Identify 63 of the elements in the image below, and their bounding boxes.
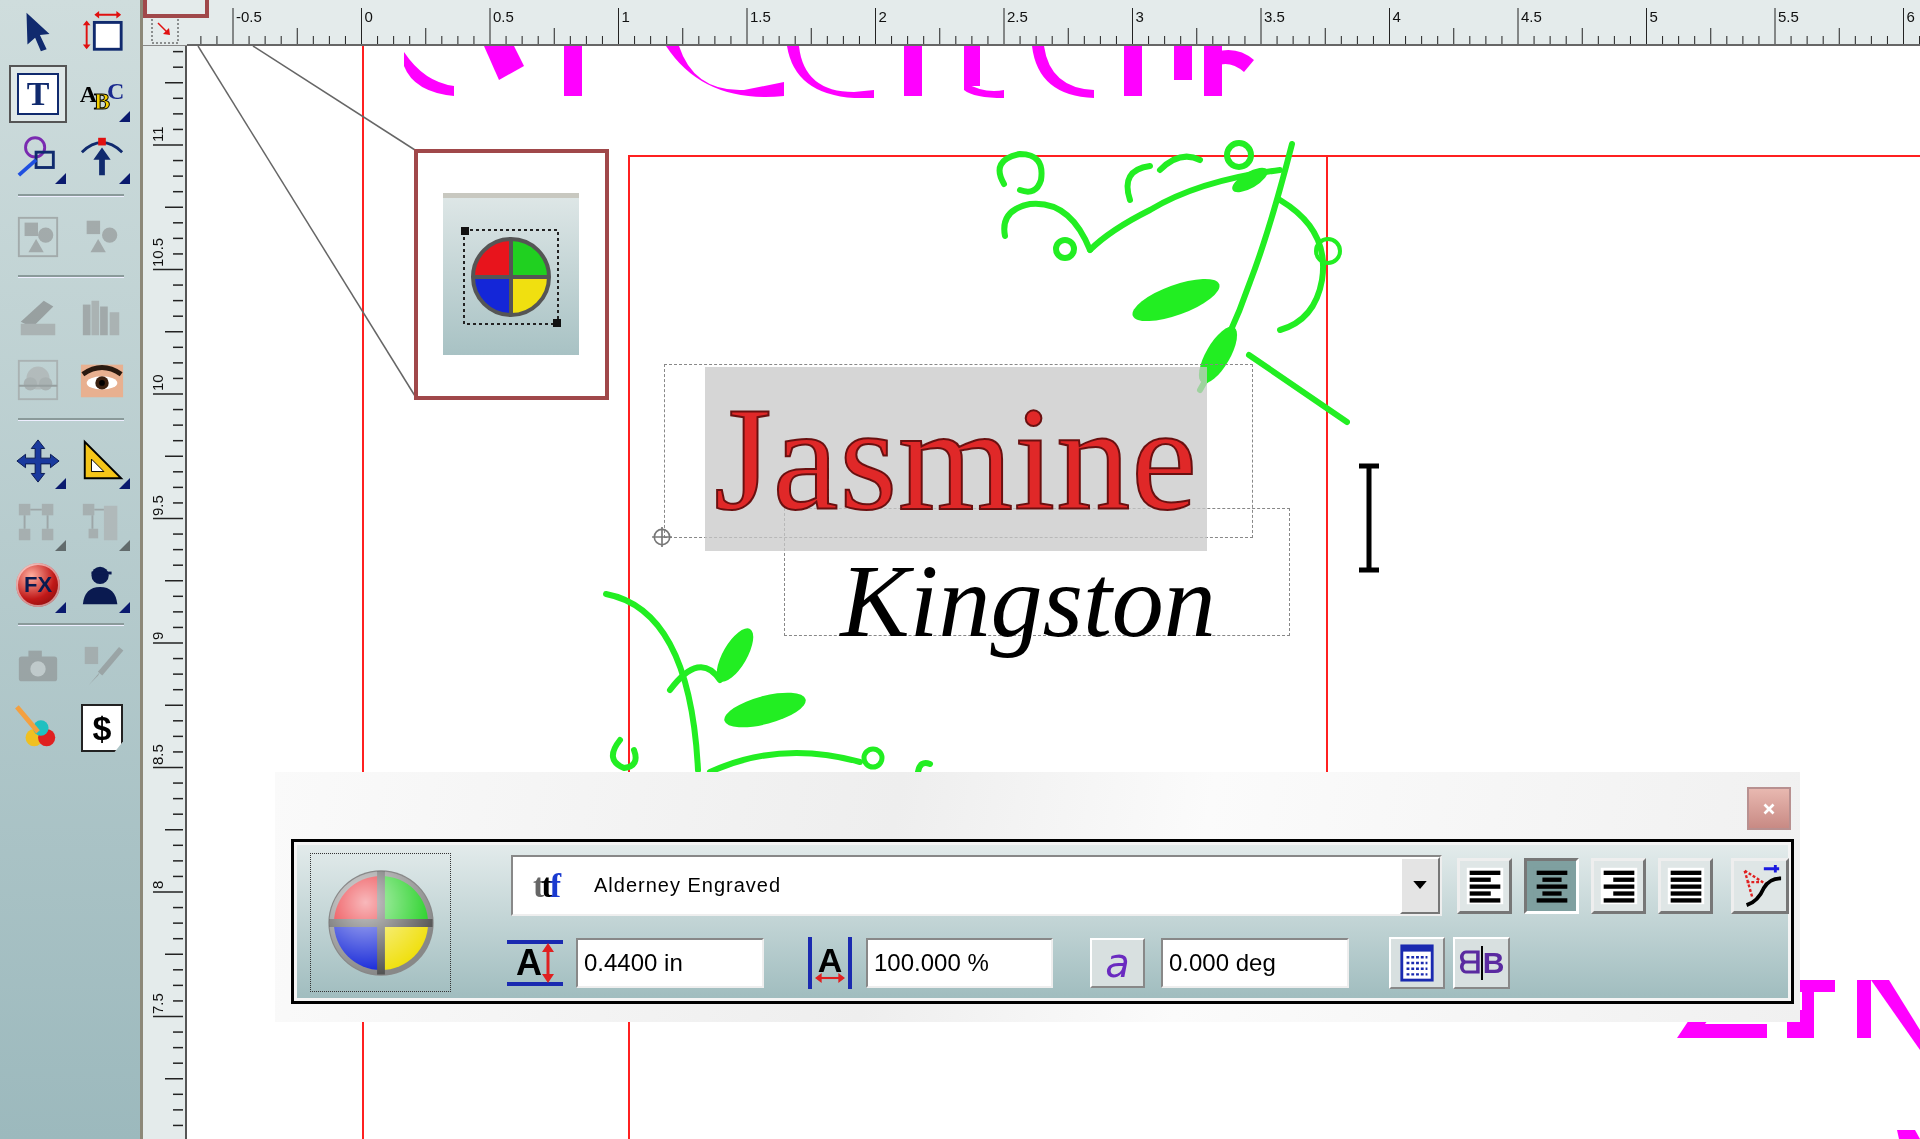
ruler-label: 4 [1392,9,1401,24]
dropdown-button[interactable] [1400,857,1440,914]
ruler-label: 3.5 [1264,9,1285,24]
ruler-label: 11 [149,126,167,142]
text-width-button[interactable]: A [808,936,852,989]
flyout-arrow-icon [55,173,66,184]
ruler-label: 9.5 [149,494,167,516]
mirror-button[interactable]: ᗺB [1453,936,1510,989]
grouped-shapes-icon [15,214,61,260]
text-width-field[interactable]: 100.000 % [866,937,1053,988]
ruler-label: 5 [1649,9,1658,24]
ruler-label: 8.5 [149,743,167,765]
ruler-label: 2 [878,9,887,24]
flyout-arrow-icon [119,173,130,184]
text-height-button[interactable]: A [507,939,563,986]
align-left-button[interactable] [1457,857,1512,914]
flyout-arrow-icon [55,478,66,489]
list-button[interactable] [1389,936,1445,989]
font-name: Alderney Engraved [594,874,783,897]
ruler-label: 2.5 [1007,9,1028,24]
text-height-field[interactable]: 0.4400 in [576,937,764,988]
flyout-arrow-icon [55,602,66,613]
crosshair-icon [651,526,673,548]
double-arrow-icon [815,972,845,983]
flyout-arrow-icon [119,540,130,551]
ruler-label: 5.5 [1778,9,1799,24]
zoom-source-frame [143,0,209,18]
text-on-path-button[interactable] [1731,857,1789,914]
color-button[interactable] [310,853,451,992]
tool-button[interactable]: T [9,65,67,123]
text-cursor-icon [1357,463,1381,573]
justify-button[interactable] [1658,857,1713,914]
flyout-arrow-icon [119,602,130,613]
flyout-arrow-icon [119,478,130,489]
ruler-label: 1.5 [750,9,771,24]
ruler-label: 10 [149,374,167,391]
flyout-arrow-icon [119,111,130,122]
align-center-button[interactable] [1524,857,1579,914]
color-wheel-icon [461,226,561,327]
ruler-label: 0.5 [493,9,514,24]
font-type-label: ttf [533,866,558,905]
ruler-label: 9 [149,631,167,640]
ruler-label: 6 [1906,9,1915,24]
ruler-label: 1 [621,9,630,24]
font-dropdown[interactable]: ttf Alderney Engraved [511,855,1442,916]
align-right-button[interactable] [1591,857,1646,914]
flyout-arrow-icon [55,540,66,551]
tool-button[interactable]: ABC [73,65,131,123]
slant-button[interactable]: a [1090,937,1145,988]
double-arrow-icon [542,942,554,983]
caret-icon [1413,881,1427,890]
ruler-label: 4.5 [1521,9,1542,24]
ruler-label: 7.5 [149,992,167,1014]
ruler-label: 8 [149,880,167,889]
ruler-label: 10.5 [149,237,167,267]
move-icon [15,438,61,484]
ruler-label: -0.5 [236,9,262,24]
list-icon [1398,943,1436,982]
close-button[interactable] [1747,787,1791,830]
ruler-label: 3 [1135,9,1144,24]
flower-icon [15,357,61,403]
rotation-angle-field[interactable]: 0.000 deg [1161,937,1349,988]
ruler-label: 0 [364,9,373,24]
